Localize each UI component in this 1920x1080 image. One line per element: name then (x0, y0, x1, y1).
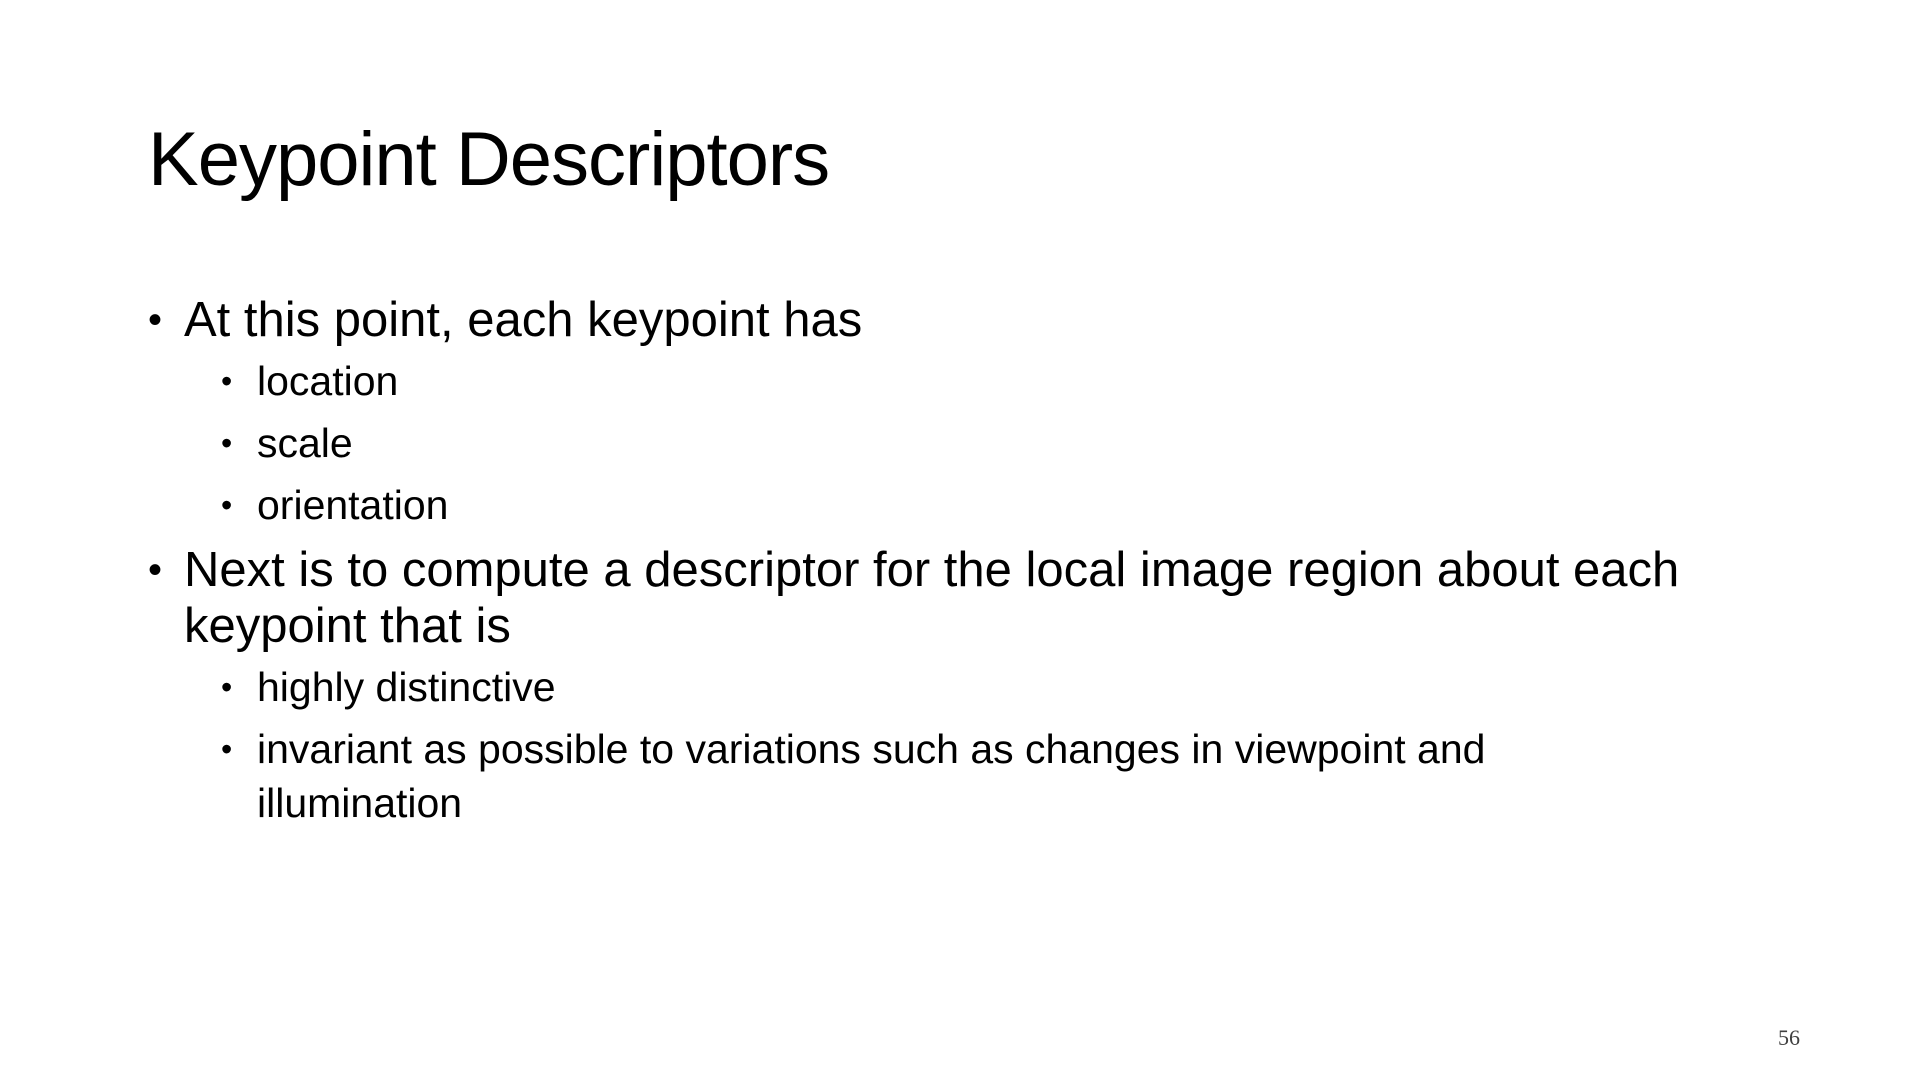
slide-title: Keypoint Descriptors (148, 117, 830, 202)
sub-bullet-item: • highly distinctive (221, 660, 1637, 714)
bullet-icon: • (221, 487, 233, 523)
sub-bullet-item: • scale (221, 416, 1637, 470)
sub-bullet-list: • highly distinctive • invariant as poss… (221, 660, 1808, 830)
sub-bullet-list: • location • scale • orientation (221, 354, 1808, 532)
sub-bullet-item: • invariant as possible to variations su… (221, 722, 1637, 830)
page-number: 56 (1778, 1025, 1800, 1050)
sub-bullet-text: orientation (257, 482, 449, 528)
bullet-icon: • (221, 669, 233, 705)
sub-bullet-item: • location (221, 354, 1637, 408)
bullet-text: At this point, each keypoint has (184, 293, 863, 347)
sub-bullet-text: location (257, 358, 399, 404)
bullet-item: • At this point, each keypoint has (148, 292, 1784, 348)
bullet-icon: • (221, 731, 233, 767)
sub-bullet-text: scale (257, 420, 353, 466)
slide-body: • At this point, each keypoint has • loc… (148, 292, 1808, 838)
sub-bullet-text: invariant as possible to variations such… (257, 726, 1486, 826)
bullet-icon: • (221, 363, 233, 399)
slide: Keypoint Descriptors • At this point, ea… (0, 0, 1920, 1080)
bullet-text: Next is to compute a descriptor for the … (184, 543, 1680, 653)
bullet-item: • Next is to compute a descriptor for th… (148, 542, 1784, 654)
bullet-icon: • (148, 548, 163, 592)
sub-bullet-text: highly distinctive (257, 664, 556, 710)
bullet-icon: • (148, 298, 163, 342)
bullet-icon: • (221, 425, 233, 461)
sub-bullet-item: • orientation (221, 478, 1637, 532)
